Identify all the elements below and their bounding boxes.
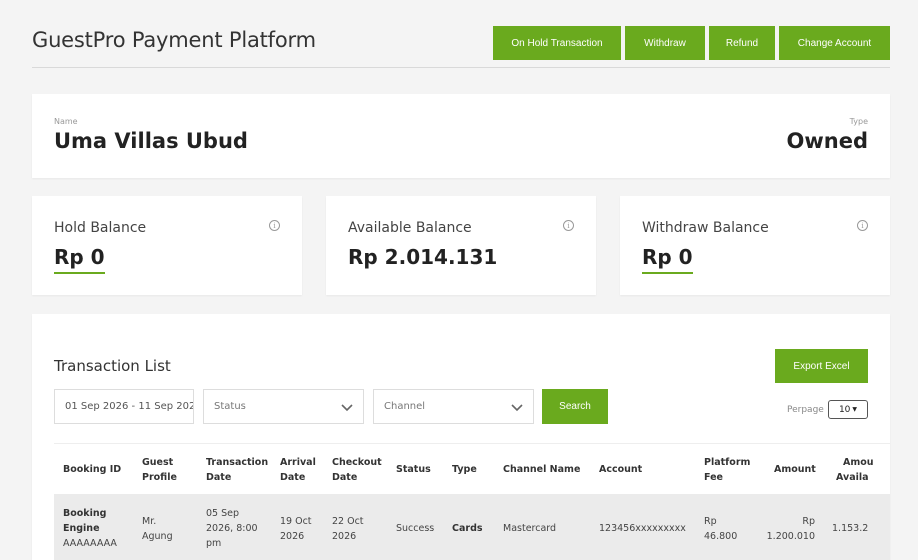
on-hold-transaction-button[interactable]: On Hold Transaction [493,26,621,60]
col-booking-id: Booking ID [63,464,122,475]
cell-channel-name: Mastercard [503,523,557,534]
col-checkout-date: Checkout Date [332,457,382,483]
cell-platform-fee: Rp 46.800 [704,516,738,542]
channel-placeholder: Channel [384,401,426,412]
available-balance-value: Rp 2.014.131 [348,245,498,269]
cell-status: Success [396,523,435,534]
col-arrival-date: Arrival Date [280,457,316,483]
change-account-button[interactable]: Change Account [779,26,890,60]
cell-account: 123456xxxxxxxxx [599,523,686,534]
col-type: Type [452,464,477,475]
date-range-input[interactable]: 01 Sep 2026 - 11 Sep 2026 [54,389,194,424]
property-name: Uma Villas Ubud [54,129,248,153]
withdraw-balance-value: Rp 0 [642,245,693,274]
property-type: Owned [786,129,868,153]
available-balance-card: Available Balance i Rp 2.014.131 [326,196,596,295]
date-range-value: 01 Sep 2026 - 11 Sep 2026 [65,401,194,412]
caret-down-icon: ▼ [852,406,858,413]
status-placeholder: Status [214,401,246,412]
chevron-down-icon [341,404,353,412]
cell-amount: Rp 1.200.010 [766,516,815,542]
col-platform-fee: Platform Fee [704,457,751,483]
col-amount: Amount [774,464,816,475]
cell-booking-id[interactable]: Booking Engine AAAAAAAA [63,506,117,551]
perpage-label: Perpage [787,405,824,415]
col-account: Account [599,464,643,475]
withdraw-button[interactable]: Withdraw [625,26,705,60]
chevron-down-icon [511,404,523,412]
col-guest-profile: Guest Profile [142,457,177,483]
cell-guest-profile: Mr. Agung [142,516,173,542]
search-button[interactable]: Search [542,389,608,424]
info-icon[interactable]: i [269,220,280,231]
col-channel-name: Channel Name [503,464,581,475]
cell-arrival-date: 19 Oct 2026 [280,516,312,542]
cell-type: Cards [452,523,483,534]
hold-balance-label: Hold Balance [54,220,147,236]
col-amount-available: Amou Availa [836,457,874,483]
status-select[interactable]: Status [203,389,364,424]
col-transaction-date: Transaction Date [206,457,269,483]
property-name-label: Name [54,117,78,126]
perpage-value: 10 [838,404,851,415]
transaction-list-title: Transaction List [54,357,171,375]
info-icon[interactable]: i [857,220,868,231]
export-excel-button[interactable]: Export Excel [775,349,868,383]
cell-transaction-date: 05 Sep 2026, 8:00 pm [206,508,258,549]
cell-amount-available: 1.153.2 [832,523,869,534]
hold-balance-value: Rp 0 [54,245,105,274]
cell-checkout-date: 22 Oct 2026 [332,516,364,542]
transaction-card: Transaction List Export Excel 01 Sep 202… [32,314,890,560]
withdraw-balance-label: Withdraw Balance [642,220,769,236]
withdraw-balance-card: Withdraw Balance i Rp 0 [620,196,890,295]
property-card: Name Uma Villas Ubud Type Owned [32,94,890,178]
channel-select[interactable]: Channel [373,389,534,424]
page-header: GuestPro Payment Platform On Hold Transa… [32,0,890,68]
hold-balance-card: Hold Balance i Rp 0 [32,196,302,295]
perpage-select[interactable]: 10 ▼ [828,400,868,419]
col-status: Status [396,464,431,475]
refund-button[interactable]: Refund [709,26,775,60]
available-balance-label: Available Balance [348,220,472,236]
page-title: GuestPro Payment Platform [32,28,316,52]
property-type-label: Type [849,117,868,126]
table-header-divider [54,443,890,444]
info-icon[interactable]: i [563,220,574,231]
